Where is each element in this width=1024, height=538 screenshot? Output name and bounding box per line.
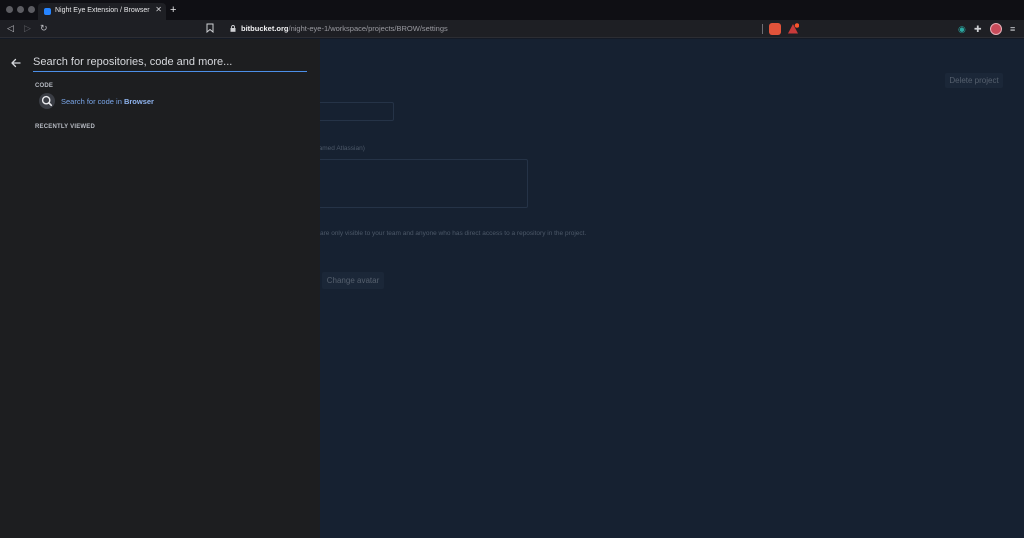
search-code-target: Browser: [123, 97, 154, 106]
search-code-result-label: Search for code in Browser: [61, 97, 154, 106]
profile-avatar[interactable]: [990, 23, 1002, 35]
extensions-puzzle-icon[interactable]: ✚: [974, 24, 982, 34]
back-nav-icon[interactable]: ◁: [7, 23, 14, 34]
window-titlebar: Night Eye Extension / Browser / ✕ +: [0, 0, 1024, 20]
menu-hamburger-icon[interactable]: ≡: [1010, 24, 1015, 34]
project-description-textarea[interactable]: [300, 159, 528, 208]
url-text: bitbucket.org/night-eye-1/workspace/proj…: [241, 24, 448, 34]
search-code-result-icon: [39, 93, 55, 109]
url-path: /night-eye-1/workspace/projects/BROW/set…: [288, 24, 448, 33]
forward-nav-icon[interactable]: ▷: [24, 23, 31, 34]
new-tab-button[interactable]: +: [170, 4, 176, 16]
minimize-window-dot[interactable]: [17, 6, 24, 13]
lock-icon: [230, 25, 236, 32]
magnifier-icon: [41, 95, 53, 107]
back-arrow-icon[interactable]: [10, 57, 22, 69]
browser-toolbar: ◁ ▷ ↻ bitbucket.org/night-eye-1/workspac…: [0, 20, 1024, 38]
url-divider: [762, 24, 763, 34]
tab-close-icon[interactable]: ✕: [155, 5, 162, 15]
search-input[interactable]: [33, 53, 307, 72]
url-host: bitbucket.org: [241, 24, 289, 33]
recently-viewed-heading: RECENTLY VIEWED: [35, 124, 96, 130]
close-window-dot[interactable]: [6, 6, 13, 13]
browser-tab[interactable]: Night Eye Extension / Browser / ✕: [38, 3, 166, 20]
code-section-heading: CODE: [35, 83, 54, 89]
brave-rewards-icon[interactable]: [787, 23, 799, 35]
night-eye-extension-icon[interactable]: ◉: [958, 24, 966, 34]
private-project-description: are only visible to your team and anyone…: [320, 230, 587, 237]
project-key-hint: named Atlassian): [315, 145, 365, 152]
search-code-prefix: Search for code in: [61, 97, 122, 106]
search-code-result[interactable]: Search for code in Browser: [38, 93, 238, 109]
reload-icon[interactable]: ↻: [40, 23, 48, 34]
tab-title: Night Eye Extension / Browser /: [55, 7, 150, 14]
bookmark-icon[interactable]: [206, 23, 214, 33]
zoom-window-dot[interactable]: [28, 6, 35, 13]
change-avatar-button[interactable]: Change avatar: [322, 272, 384, 289]
address-bar[interactable]: bitbucket.org/night-eye-1/workspace/proj…: [224, 22, 800, 36]
bitbucket-favicon-icon: [44, 8, 51, 15]
search-drawer: CODE Search for code in Browser RECENTLY…: [0, 39, 320, 538]
brave-shields-icon[interactable]: [769, 23, 781, 35]
delete-project-button[interactable]: Delete project: [945, 73, 1003, 88]
